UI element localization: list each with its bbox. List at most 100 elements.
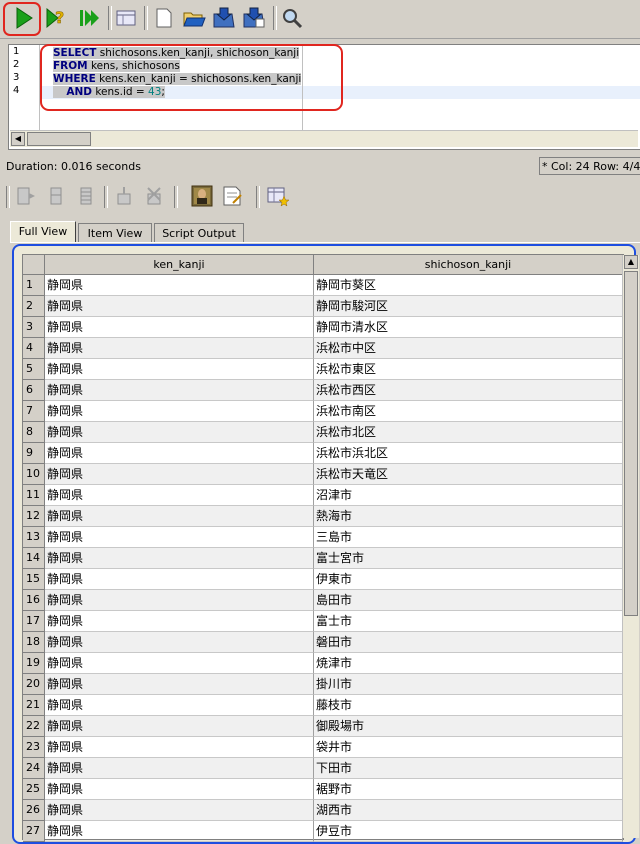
table-row[interactable]: 23 静岡県 袋井市 [23, 737, 623, 758]
column-button[interactable] [44, 184, 68, 208]
row-number[interactable]: 13 [23, 527, 45, 548]
cell-shichoson-kanji[interactable]: 裾野市 [314, 779, 623, 800]
row-number[interactable]: 10 [23, 464, 45, 485]
cell-ken-kanji[interactable]: 静岡県 [45, 485, 314, 506]
search-button[interactable] [278, 4, 306, 32]
row-number[interactable]: 17 [23, 611, 45, 632]
cell-ken-kanji[interactable]: 静岡県 [45, 380, 314, 401]
cell-shichoson-kanji[interactable]: 磐田市 [314, 632, 623, 653]
row-number[interactable]: 14 [23, 548, 45, 569]
scroll-thumb[interactable] [27, 132, 91, 146]
row-number[interactable]: 20 [23, 674, 45, 695]
table-row[interactable]: 24 静岡県 下田市 [23, 758, 623, 779]
row-number[interactable]: 26 [23, 800, 45, 821]
table-row[interactable]: 18 静岡県 磐田市 [23, 632, 623, 653]
explain-button[interactable] [112, 4, 140, 32]
cell-shichoson-kanji[interactable]: 浜松市北区 [314, 422, 623, 443]
cell-ken-kanji[interactable]: 静岡県 [45, 611, 314, 632]
cell-ken-kanji[interactable]: 静岡県 [45, 821, 314, 842]
table-row[interactable]: 2 静岡県 静岡市駿河区 [23, 296, 623, 317]
cell-ken-kanji[interactable]: 静岡県 [45, 569, 314, 590]
cell-ken-kanji[interactable]: 静岡県 [45, 317, 314, 338]
table-row[interactable]: 10 静岡県 浜松市天竜区 [23, 464, 623, 485]
tab-full-view[interactable]: Full View [10, 221, 76, 243]
row-number[interactable]: 2 [23, 296, 45, 317]
table-row[interactable]: 13 静岡県 三島市 [23, 527, 623, 548]
row-number[interactable]: 12 [23, 506, 45, 527]
cell-ken-kanji[interactable]: 静岡県 [45, 653, 314, 674]
tab-script-output[interactable]: Script Output [154, 223, 244, 242]
table-row[interactable]: 6 静岡県 浜松市西区 [23, 380, 623, 401]
row-number[interactable]: 8 [23, 422, 45, 443]
table-row[interactable]: 21 静岡県 藤枝市 [23, 695, 623, 716]
table-row[interactable]: 12 静岡県 熱海市 [23, 506, 623, 527]
row-number[interactable]: 6 [23, 380, 45, 401]
cell-shichoson-kanji[interactable]: 三島市 [314, 527, 623, 548]
cell-ken-kanji[interactable]: 静岡県 [45, 737, 314, 758]
cell-shichoson-kanji[interactable]: 浜松市西区 [314, 380, 623, 401]
cell-ken-kanji[interactable]: 静岡県 [45, 779, 314, 800]
cell-shichoson-kanji[interactable]: 浜松市天竜区 [314, 464, 623, 485]
result-grid[interactable]: ken_kanji shichoson_kanji 1 静岡県 静岡市葵区 2 静岡県静… [22, 254, 624, 842]
row-number[interactable]: 5 [23, 359, 45, 380]
cell-shichoson-kanji[interactable]: 静岡市葵区 [314, 275, 623, 296]
cell-ken-kanji[interactable]: 静岡県 [45, 632, 314, 653]
row-number[interactable]: 24 [23, 758, 45, 779]
cell-shichoson-kanji[interactable]: 御殿場市 [314, 716, 623, 737]
cell-ken-kanji[interactable]: 静岡県 [45, 716, 314, 737]
run-script-button[interactable]: ? [42, 4, 70, 32]
cell-ken-kanji[interactable]: 静岡県 [45, 695, 314, 716]
cell-shichoson-kanji[interactable]: 沼津市 [314, 485, 623, 506]
table-row[interactable]: 15 静岡県 伊東市 [23, 569, 623, 590]
cell-ken-kanji[interactable]: 静岡県 [45, 422, 314, 443]
row-number[interactable]: 21 [23, 695, 45, 716]
cell-ken-kanji[interactable]: 静岡県 [45, 338, 314, 359]
table-row[interactable]: 8 静岡県 浜松市北区 [23, 422, 623, 443]
cell-ken-kanji[interactable]: 静岡県 [45, 590, 314, 611]
run-button[interactable] [10, 4, 38, 32]
cell-shichoson-kanji[interactable]: 焼津市 [314, 653, 623, 674]
cell-ken-kanji[interactable]: 静岡県 [45, 443, 314, 464]
rollback-button[interactable] [142, 184, 166, 208]
cell-shichoson-kanji[interactable]: 藤枝市 [314, 695, 623, 716]
cell-shichoson-kanji[interactable]: 伊東市 [314, 569, 623, 590]
table-row[interactable]: 17 静岡県 富士市 [23, 611, 623, 632]
cell-ken-kanji[interactable]: 静岡県 [45, 758, 314, 779]
cell-shichoson-kanji[interactable]: 富士宮市 [314, 548, 623, 569]
table-row[interactable]: 9 静岡県 浜松市浜北区 [23, 443, 623, 464]
cell-ken-kanji[interactable]: 静岡県 [45, 359, 314, 380]
row-number[interactable]: 15 [23, 569, 45, 590]
row-number[interactable]: 16 [23, 590, 45, 611]
grid-corner[interactable] [23, 255, 45, 275]
row-number[interactable]: 7 [23, 401, 45, 422]
table-row[interactable]: 1 静岡県 静岡市葵区 [23, 275, 623, 296]
row-number[interactable]: 3 [23, 317, 45, 338]
column-header-shichoson-kanji[interactable]: shichoson_kanji [314, 255, 623, 275]
cell-shichoson-kanji[interactable]: 伊豆市 [314, 821, 623, 842]
table-row[interactable]: 25 静岡県 裾野市 [23, 779, 623, 800]
table-row[interactable]: 20 静岡県 掛川市 [23, 674, 623, 695]
cell-ken-kanji[interactable]: 静岡県 [45, 800, 314, 821]
cell-shichoson-kanji[interactable]: 下田市 [314, 758, 623, 779]
cell-shichoson-kanji[interactable]: 静岡市清水区 [314, 317, 623, 338]
table-row[interactable]: 14 静岡県 富士宮市 [23, 548, 623, 569]
row-number[interactable]: 4 [23, 338, 45, 359]
column-header-ken-kanji[interactable]: ken_kanji [45, 255, 314, 275]
cell-shichoson-kanji[interactable]: 富士市 [314, 611, 623, 632]
cell-ken-kanji[interactable]: 静岡県 [45, 296, 314, 317]
editor-horizontal-scrollbar[interactable]: ◀ [10, 130, 638, 147]
cell-shichoson-kanji[interactable]: 静岡市駿河区 [314, 296, 623, 317]
row-number[interactable]: 19 [23, 653, 45, 674]
grid-vertical-scrollbar[interactable]: ▲ [622, 255, 639, 838]
table-row[interactable]: 11 静岡県 沼津市 [23, 485, 623, 506]
cell-shichoson-kanji[interactable]: 浜松市東区 [314, 359, 623, 380]
save-button[interactable] [210, 4, 238, 32]
text-viewer-button[interactable] [220, 184, 244, 208]
cell-shichoson-kanji[interactable]: 袋井市 [314, 737, 623, 758]
image-viewer-button[interactable] [190, 184, 214, 208]
cell-shichoson-kanji[interactable]: 掛川市 [314, 674, 623, 695]
row-number[interactable]: 25 [23, 779, 45, 800]
row-number[interactable]: 22 [23, 716, 45, 737]
table-row[interactable]: 26 静岡県 湖西市 [23, 800, 623, 821]
cell-ken-kanji[interactable]: 静岡県 [45, 275, 314, 296]
